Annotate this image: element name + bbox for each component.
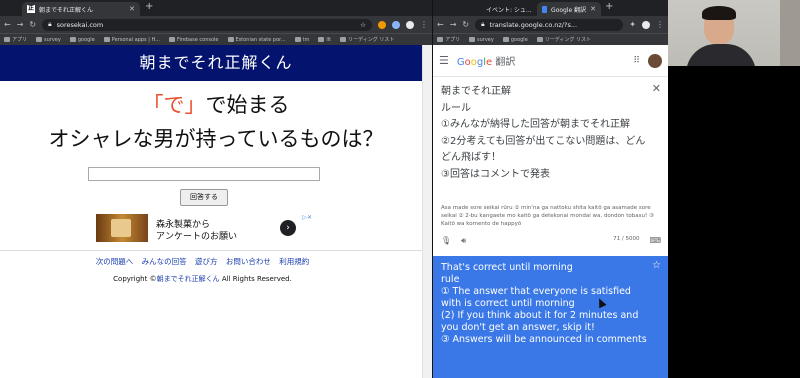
reload-icon[interactable]: ↻ [29,20,36,29]
bookmark-item[interactable]: google [502,36,528,43]
menu-icon[interactable]: ⋮ [656,20,664,29]
link-how-to-play[interactable]: 遊び方 [195,257,218,266]
close-tab-icon[interactable]: ✕ [129,5,135,13]
bookmark-item[interactable]: Estonian state por... [227,36,286,43]
lock-icon: 🔒︎ [481,20,485,28]
extension-icon[interactable] [378,20,386,29]
question-line-1: 「で」で始まる [0,89,432,119]
new-tab-icon[interactable]: + [605,1,613,12]
tab-soresekai[interactable]: 正 朝までそれ正解くん ✕ [22,2,140,16]
bookmark-item[interactable]: google [69,36,95,43]
toolbar: ← → ↻ 🔒︎ translate.google.co.nz/?s... ✦ … [433,16,668,33]
ad-banner[interactable]: 森永製菓から アンケートのお願い › ▷✕ [96,214,312,242]
toolbar: ← → ↻ 🔒︎ soresekai.com ☆ ⋮ [0,16,432,33]
new-tab-icon[interactable]: + [145,1,153,12]
star-icon[interactable]: ☆ [360,21,366,29]
site-header[interactable]: 朝までそれ正解くん [0,45,432,81]
source-panel: 朝までそれ正解 ルール ①みんなが納得した回答が朝までそれ正解 ②2分考えても回… [433,77,668,252]
tab-event[interactable]: イベント: シュ... [477,2,535,16]
copyright: Copyright ©朝までそれ正解くん All Rights Reserved… [113,275,292,283]
question-line-1-rest: で始まる [205,93,290,117]
char-counter: 71 / 5000 [613,236,640,242]
link-terms[interactable]: 利用規約 [279,257,309,266]
romanization-text: Asa made sore seikai rūru ① min'na ga na… [441,205,654,227]
ad-image [96,214,148,242]
bookmarks-bar: アプリ survey google リーディング リスト [433,33,668,45]
menu-icon[interactable]: ⋮ [420,20,428,29]
microphone-icon[interactable]: 🎙︎ [441,236,451,246]
bookmark-item[interactable]: tm [294,36,309,43]
profile-avatar[interactable] [406,20,414,29]
link-everyone-answers[interactable]: みんなの回答 [142,257,187,266]
hamburger-menu-icon[interactable]: ☰ [439,54,449,67]
bookmark-item[interactable]: リーディング リスト [340,36,394,43]
bookmark-item[interactable]: Personal apps | H... [103,36,160,43]
speaker-icon[interactable]: 🔊︎ [461,236,466,246]
translation-text: That's correct until morning rule ① The … [441,262,647,345]
question-line-2: オシャレな男が持っているものは？ [48,127,384,151]
footer-links: 次の問題へ みんなの回答 遊び方 お問い合わせ 利用規約 [0,256,405,267]
bookmark-item[interactable]: アプリ [437,36,460,43]
tab-title: 朝までそれ正解くん [39,6,94,14]
apps-grid-icon[interactable]: ⠿ [633,56,640,66]
tab-google-translate[interactable]: Google 翻訳 ✕ [537,2,601,16]
bookmark-item[interactable]: survey [469,36,494,43]
ad-arrow-icon[interactable]: › [280,220,296,236]
lock-icon: 🔒︎ [48,20,52,28]
url-text: translate.google.co.nz/?s... [489,20,578,29]
bookmark-item[interactable]: survey [36,36,61,43]
profile-avatar[interactable] [642,20,650,29]
translation-panel: That's correct until morning rule ① The … [433,256,668,378]
url-text: soresekai.com [56,20,104,29]
link-next-question[interactable]: 次の問題へ [96,257,134,266]
person-hair [702,6,736,20]
left-browser-window: 正 朝までそれ正解くん ✕ + ← → ↻ 🔒︎ soresekai.com ☆… [0,0,432,378]
person-body [686,44,756,66]
divider [0,250,432,251]
translate-header: ☰ Google 翻訳 ⠿ [433,45,668,77]
back-icon[interactable]: ← [4,20,11,29]
tab-strip: イベント: シュ... Google 翻訳 ✕ + [433,0,668,16]
submit-answer-button[interactable]: 回答する [180,189,228,206]
address-bar[interactable]: 🔒︎ translate.google.co.nz/?s... [475,18,624,31]
extension-icon[interactable] [392,20,400,29]
right-browser-window: イベント: シュ... Google 翻訳 ✕ + ← → ↻ 🔒︎ trans… [432,0,668,378]
bookmark-item[interactable]: Firebase console [168,36,219,43]
background-shelf [780,0,800,66]
forward-icon[interactable]: → [450,20,457,29]
source-textarea[interactable]: 朝までそれ正解 ルール ①みんなが納得した回答が朝までそれ正解 ②2分考えても回… [441,84,653,183]
account-avatar[interactable] [648,53,662,68]
bookmark-item[interactable]: llt [318,36,331,43]
clear-text-icon[interactable]: ✕ [652,82,661,95]
input-tools-icon[interactable]: ⌨ [649,236,661,246]
tab-title: イベント: シュ... [486,6,532,14]
extensions-icon[interactable]: ✦ [629,20,636,29]
vertical-scrollbar[interactable] [422,45,432,378]
copyright-brand-link[interactable]: 朝までそれ正解くん [157,275,220,283]
save-translation-star-icon[interactable]: ☆ [652,260,661,271]
site-favicon-icon: 正 [27,5,35,13]
bookmark-item[interactable]: リーディング リスト [536,36,591,43]
question-quoted-char: 「で」 [142,93,206,117]
answer-input[interactable] [88,167,320,181]
address-bar[interactable]: 🔒︎ soresekai.com ☆ [42,18,372,31]
reload-icon[interactable]: ↻ [462,20,469,29]
screen: 正 朝までそれ正解くん ✕ + ← → ↻ 🔒︎ soresekai.com ☆… [0,0,800,378]
close-tab-icon[interactable]: ✕ [590,5,596,13]
webcam-video [668,0,800,66]
source-footer: 🎙︎ 🔊︎ 71 / 5000 ⌨ [441,236,661,246]
google-translate-logo[interactable]: Google 翻訳 [457,53,515,68]
ad-line-2: アンケートのお願い [156,232,238,242]
adchoices-icon[interactable]: ▷✕ [302,214,312,221]
tab-strip: 正 朝までそれ正解くん ✕ + [0,0,432,16]
bookmarks-bar: アプリ survey google Personal apps | H... F… [0,33,432,45]
tab-title: Google 翻訳 [551,6,587,14]
forward-icon[interactable]: → [17,20,24,29]
link-contact[interactable]: お問い合わせ [226,257,271,266]
translate-icon [542,5,548,13]
bookmark-item[interactable]: アプリ [4,36,27,43]
back-icon[interactable]: ← [437,20,444,29]
